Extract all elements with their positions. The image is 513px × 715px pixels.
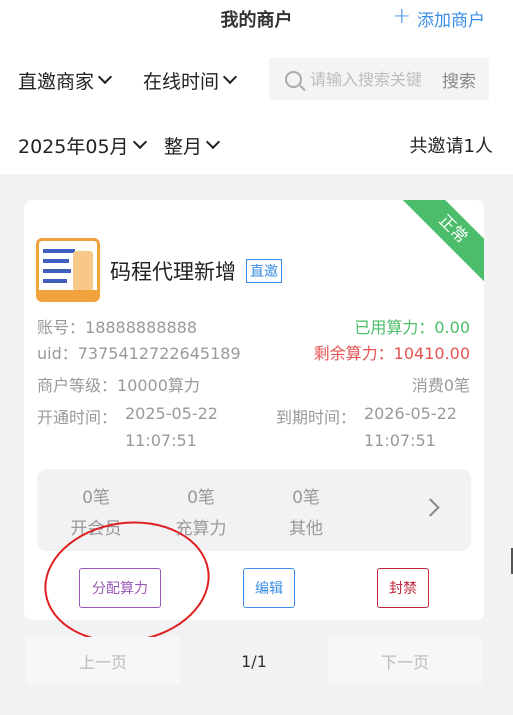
chevron-down-icon	[132, 134, 147, 150]
merchant-type-label: 直邀商家	[18, 71, 95, 93]
account-value: 18888888888	[85, 318, 197, 337]
used-power-value: 0.00	[434, 318, 470, 337]
expire-date: 2026-05-22	[364, 404, 457, 423]
ban-button[interactable]: 封禁	[377, 568, 429, 608]
sort-label: 在线时间	[143, 71, 220, 93]
remaining-power-row: 剩余算力：10410.00	[314, 340, 470, 364]
level-label: 商户等级：	[37, 376, 118, 395]
status-badge: 正常	[396, 200, 484, 286]
sort-dropdown[interactable]: 在线时间	[143, 67, 238, 94]
chevron-down-icon	[222, 69, 238, 85]
stat-label: 其他	[289, 519, 323, 539]
search-button[interactable]: 搜索	[442, 67, 476, 92]
add-merchant-label: 添加商户	[417, 11, 485, 31]
consumed-count: 消费0笔	[411, 376, 470, 395]
used-power-row: 已用算力：0.00	[354, 314, 470, 338]
chevron-down-icon	[205, 134, 221, 150]
next-page-button[interactable]: 下一页	[328, 637, 482, 685]
plus-icon: +	[392, 4, 411, 29]
range-label: 整月	[164, 136, 203, 158]
invite-count: 共邀请1人	[409, 136, 493, 157]
top-panel: 我的商户 + 添加商户 直邀商家 在线时间 搜索 2025年05月 整月 共邀请…	[0, 0, 513, 174]
level-row: 商户等级：10000算力	[37, 372, 200, 396]
open-time-label: 开通时间：	[37, 408, 118, 427]
merchant-name-row: 码程代理新增 直邀	[110, 256, 282, 286]
stat-count: 0笔	[82, 488, 110, 508]
chevron-down-icon	[97, 69, 113, 85]
month-dropdown[interactable]: 2025年05月	[18, 132, 147, 159]
remaining-power-label: 剩余算力：	[313, 344, 394, 363]
range-dropdown[interactable]: 整月	[164, 132, 221, 159]
stat-count: 0笔	[292, 488, 320, 508]
page-indicator: 1/1	[241, 651, 267, 671]
chevron-right-icon[interactable]	[421, 498, 440, 517]
used-power-label: 已用算力：	[354, 318, 435, 337]
remaining-power-value: 10410.00	[393, 344, 470, 363]
invite-tag: 直邀	[246, 259, 282, 283]
expire-time: 11:07:51	[364, 431, 436, 450]
stat-other: 0笔 其他	[266, 483, 346, 539]
add-merchant-button[interactable]: + 添加商户	[392, 4, 485, 32]
uid-label: uid：	[37, 344, 78, 363]
edit-button[interactable]: 编辑	[243, 568, 295, 608]
uid-value: 7375412722645189	[77, 344, 241, 363]
merchant-logo	[36, 238, 100, 302]
account-label: 账号：	[37, 318, 86, 337]
open-time: 11:07:51	[125, 431, 197, 450]
prev-page-button[interactable]: 上一页	[26, 637, 180, 685]
search-bar: 搜索	[269, 58, 489, 100]
month-label: 2025年05月	[18, 136, 129, 158]
search-input[interactable]	[310, 69, 440, 89]
merchant-type-dropdown[interactable]: 直邀商家	[18, 67, 113, 94]
account-row: 账号：18888888888	[37, 314, 197, 338]
open-date: 2025-05-22	[125, 404, 218, 423]
level-value: 10000算力	[117, 376, 200, 395]
search-icon	[285, 70, 302, 88]
expire-time-label: 到期时间：	[276, 408, 357, 427]
stat-count: 0笔	[187, 488, 215, 508]
merchant-name: 码程代理新增	[110, 260, 236, 284]
uid-row: uid：7375412722645189	[37, 340, 241, 364]
